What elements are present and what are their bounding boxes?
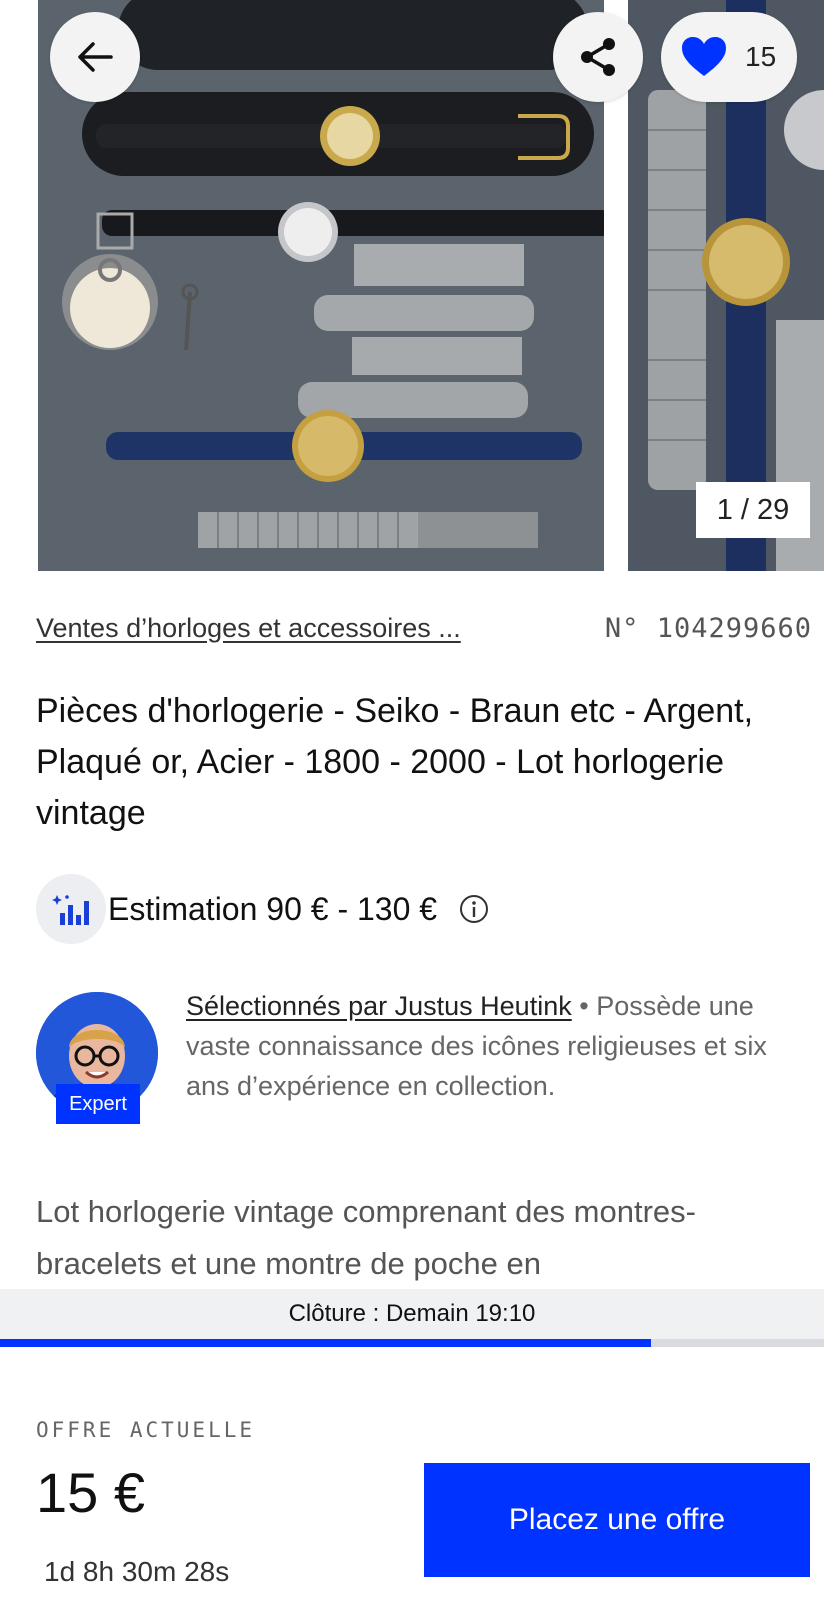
time-progress-fill — [0, 1339, 651, 1347]
closing-banner: Clôture : Demain 19:10 — [0, 1289, 824, 1339]
share-icon — [581, 38, 615, 76]
arrow-left-icon — [78, 42, 113, 72]
expert-description: Sélectionnés par Justus Heutink • Possèd… — [186, 986, 810, 1106]
favorite-count: 15 — [745, 41, 777, 72]
lot-meta: Ventes d’horloges et accessoires ... N° … — [36, 608, 812, 648]
expert-badge: Expert — [56, 1084, 140, 1124]
lot-description: Lot horlogerie vintage comprenant des mo… — [36, 1194, 696, 1281]
estimate-text: Estimation 90 € - 130 € — [108, 890, 438, 927]
share-button[interactable] — [553, 12, 643, 102]
lot-number: N° 104299660 — [604, 612, 812, 644]
favorite-button[interactable]: 15 — [661, 12, 797, 102]
chart-sparkle-icon — [36, 874, 106, 944]
info-icon[interactable] — [459, 894, 489, 924]
image-gallery[interactable]: 15 1 / 29 — [0, 0, 824, 572]
countdown-timer: 1d 8h 30m 28s — [44, 1556, 230, 1587]
heart-icon — [682, 37, 726, 76]
estimate-row: Estimation 90 € - 130 € — [36, 874, 489, 944]
lot-title: Pièces d'horlogerie - Seiko - Braun etc … — [36, 692, 754, 832]
expert-separator: • — [571, 991, 597, 1021]
place-bid-button[interactable]: Placez une offre — [424, 1463, 810, 1577]
time-progress-bar — [0, 1339, 824, 1347]
category-link[interactable]: Ventes d’horloges et accessoires ... — [36, 613, 461, 644]
back-button[interactable] — [50, 12, 140, 102]
current-bid-amount: 15 € — [36, 1461, 145, 1524]
image-counter: 1 / 29 — [696, 482, 810, 538]
expert-profile-link[interactable]: Sélectionnés par Justus Heutink — [186, 991, 572, 1021]
current-bid-label: OFFRE ACTUELLE — [36, 1418, 256, 1442]
